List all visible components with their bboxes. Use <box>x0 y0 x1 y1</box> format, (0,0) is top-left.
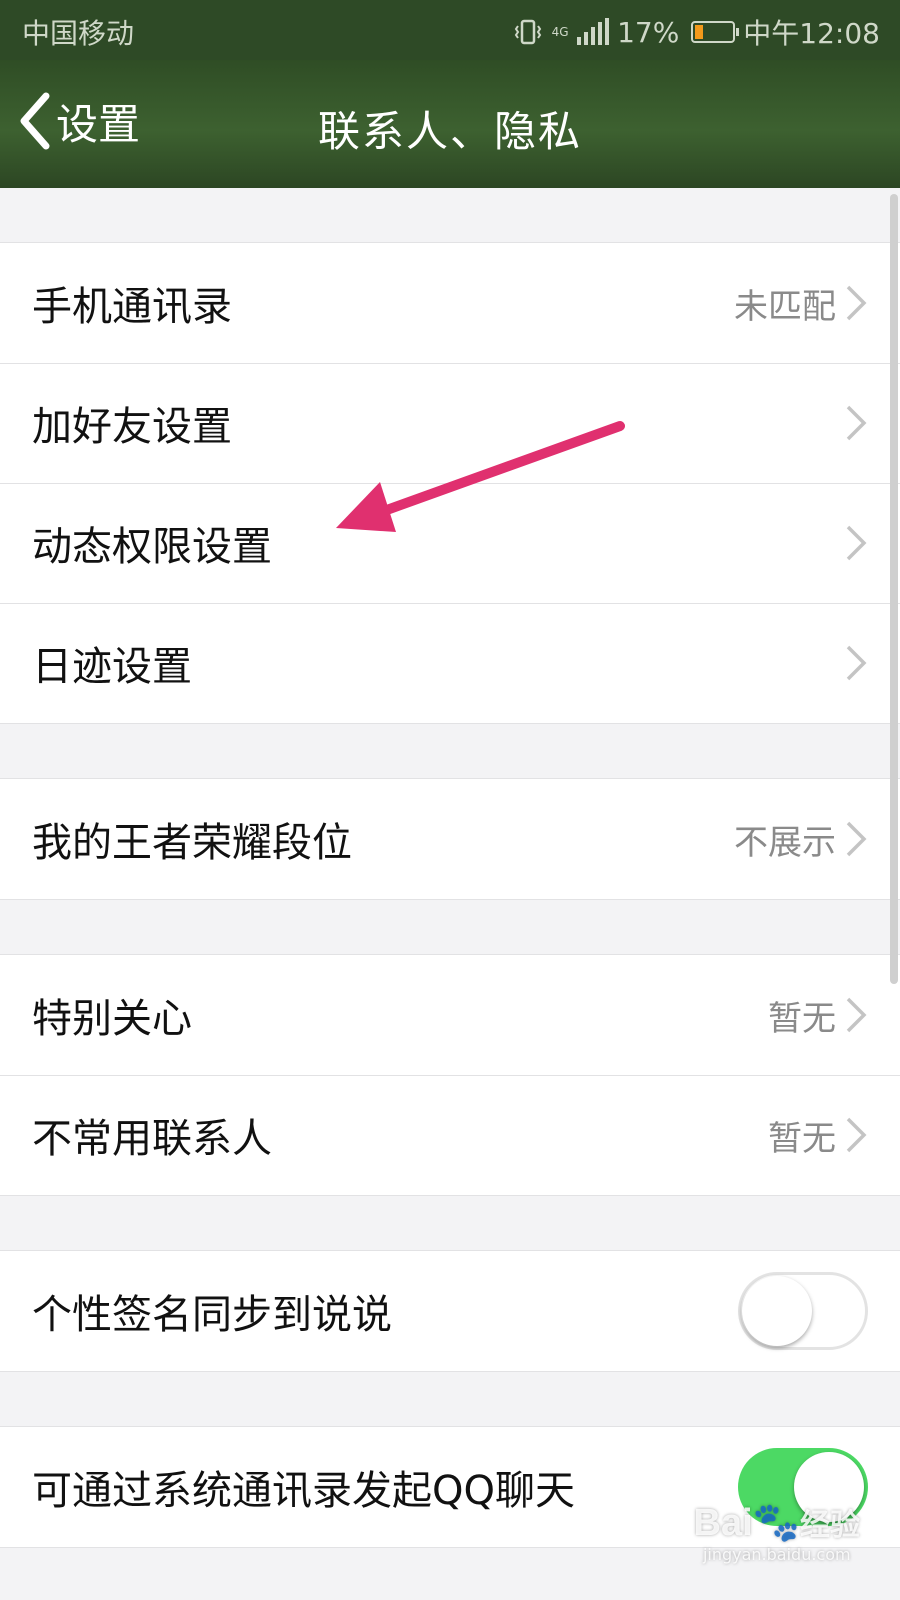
watermark-logo: Bai🐾经验 <box>693 1502 860 1544</box>
chevron-right-icon <box>846 821 867 857</box>
settings-group-contacts: 手机通讯录 未匹配 加好友设置 动态权限设置 日迹设置 <box>0 242 900 724</box>
row-label: 特别关心 <box>32 996 192 1042</box>
row-label: 日迹设置 <box>32 644 192 690</box>
row-label: 加好友设置 <box>32 404 232 450</box>
network-type: 4G <box>551 25 569 39</box>
baidu-watermark: Bai🐾经验 jingyan.baidu.com <box>694 1500 860 1564</box>
row-label: 不常用联系人 <box>32 1116 272 1162</box>
watermark-url: jingyan.baidu.com <box>702 1545 851 1564</box>
scrollbar[interactable] <box>890 194 898 984</box>
settings-group-game-rank: 我的王者荣耀段位 不展示 <box>0 778 900 900</box>
nav-bar: 设置 联系人、隐私 <box>0 60 900 188</box>
vibrate-icon <box>514 19 542 45</box>
row-label: 手机通讯录 <box>32 284 232 330</box>
status-icons: 4G 17% 中午12:08 <box>513 12 880 52</box>
battery-percent: 17% <box>617 15 680 49</box>
row-value: 未匹配 <box>734 286 836 327</box>
row-value: 暂无 <box>768 998 836 1039</box>
row-feed-permission-settings[interactable]: 动态权限设置 <box>0 483 900 603</box>
row-honor-of-kings-rank[interactable]: 我的王者荣耀段位 不展示 <box>0 779 900 899</box>
status-time: 中午12:08 <box>743 17 880 50</box>
page-title: 联系人、隐私 <box>317 107 582 156</box>
row-label: 动态权限设置 <box>32 524 272 570</box>
chevron-right-icon <box>846 645 867 681</box>
row-value: 暂无 <box>768 1118 836 1159</box>
chevron-right-icon <box>846 285 867 321</box>
row-label: 我的王者荣耀段位 <box>32 820 352 866</box>
sync-signature-toggle[interactable] <box>738 1272 868 1350</box>
signal-icon <box>577 18 610 45</box>
chevron-right-icon <box>846 1117 867 1153</box>
status-bar: 中国移动 4G 17% 中午12:08 <box>0 0 900 60</box>
settings-group-signature: 个性签名同步到说说 <box>0 1250 900 1372</box>
row-daily-trace-settings[interactable]: 日迹设置 <box>0 603 900 723</box>
row-value: 不展示 <box>734 822 836 863</box>
chevron-right-icon <box>846 997 867 1033</box>
settings-list: 手机通讯录 未匹配 加好友设置 动态权限设置 日迹设置 我的王者荣耀段位 不展示… <box>0 188 900 1548</box>
row-phone-contacts[interactable]: 手机通讯录 未匹配 <box>0 243 900 363</box>
battery-icon <box>691 21 740 43</box>
settings-group-special: 特别关心 暂无 不常用联系人 暂无 <box>0 954 900 1196</box>
chevron-right-icon <box>846 525 867 561</box>
row-sync-signature: 个性签名同步到说说 <box>0 1251 900 1371</box>
row-add-friend-settings[interactable]: 加好友设置 <box>0 363 900 483</box>
chevron-right-icon <box>846 405 867 441</box>
row-label: 个性签名同步到说说 <box>32 1292 392 1338</box>
paw-icon: 🐾 <box>752 1502 800 1544</box>
row-label: 可通过系统通讯录发起QQ聊天 <box>32 1468 575 1514</box>
row-special-care[interactable]: 特别关心 暂无 <box>0 955 900 1075</box>
row-infrequent-contacts[interactable]: 不常用联系人 暂无 <box>0 1075 900 1195</box>
carrier-name: 中国移动 <box>22 17 135 50</box>
